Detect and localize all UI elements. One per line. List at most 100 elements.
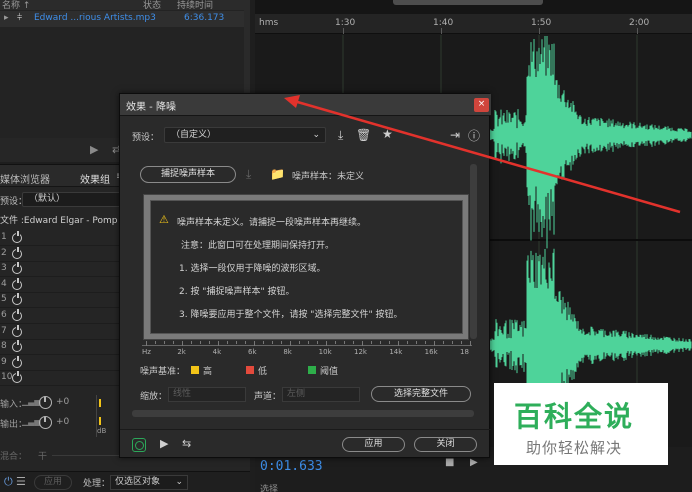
- process-value: 仅选区对象: [115, 477, 161, 487]
- selection-label: 选择: [260, 485, 279, 492]
- col-duration-header[interactable]: 持续时间: [177, 0, 213, 11]
- slot-power-icon[interactable]: [12, 262, 22, 275]
- dialog-title-bar[interactable]: 效果 - 降噪 ×: [120, 94, 491, 116]
- effect-power-icon[interactable]: [132, 438, 146, 452]
- legend-threshold-label: 阈值: [320, 367, 339, 377]
- frequency-tick-label: 16k: [424, 348, 438, 356]
- select-entire-file-button[interactable]: 选择完整文件: [371, 386, 471, 402]
- instruction-step-2: 2. 按 "捕捉噪声样本" 按钮。: [179, 287, 295, 297]
- rack-apply-button[interactable]: 应用: [34, 475, 72, 490]
- scale-select[interactable]: 线性: [168, 387, 246, 402]
- input-meter-icon: ▁▃▅: [22, 397, 41, 406]
- input-gain-value[interactable]: +0: [56, 397, 69, 407]
- save-noise-print-icon[interactable]: ⤓: [246, 167, 251, 182]
- output-meter-icon: ▁▃▅: [22, 417, 41, 426]
- frequency-tick-label: 10k: [318, 348, 332, 356]
- apply-button[interactable]: 应用: [342, 437, 405, 452]
- file-row[interactable]: ▸ ⫩ Edward ...rious Artists.mp3 6:36.173: [0, 11, 246, 27]
- time-ruler[interactable]: hms 1:30 1:40 1:50 2:00: [255, 14, 692, 34]
- files-header: 名称 ↑ 状态 持续时间: [0, 0, 250, 11]
- slot-power-icon[interactable]: [12, 324, 22, 337]
- watermark-subtitle: 助你轻松解决: [526, 439, 623, 457]
- db-label: dB: [97, 427, 107, 435]
- effect-slot-number: 3: [1, 263, 7, 274]
- tab-effects-rack[interactable]: 效果组: [80, 171, 110, 186]
- process-select[interactable]: 仅选区对象 ⌄: [110, 475, 188, 490]
- frequency-tick-label: Hz: [142, 348, 151, 356]
- dialog-horizontal-scrollbar[interactable]: [132, 410, 474, 417]
- slot-power-icon[interactable]: [12, 246, 22, 259]
- frequency-tick-label: 14k: [389, 348, 403, 356]
- preview-play-icon[interactable]: ▶: [160, 437, 168, 450]
- slot-power-icon[interactable]: [12, 371, 22, 384]
- dialog-preset-value: （自定义）: [171, 130, 217, 140]
- rack-preset-select[interactable]: （默认）: [22, 192, 126, 207]
- instruction-step-3: 3. 降噪要应用于整个文件，请按 "选择完整文件" 按钮。: [179, 310, 403, 320]
- dialog-close-icon[interactable]: ×: [474, 98, 489, 112]
- ruler-label-1: 1:30: [335, 18, 356, 28]
- noise-baseline-label: 噪声基准：: [140, 367, 186, 377]
- overview-strip[interactable]: [255, 0, 692, 14]
- dialog-preset-label: 预设：: [132, 133, 160, 143]
- dialog-preset-select[interactable]: （自定义） ⌄: [164, 127, 326, 143]
- capture-noise-print-button[interactable]: 捕捉噪声样本: [140, 166, 236, 183]
- mix-label: 混合：: [0, 452, 28, 462]
- effect-slot-number: 1: [1, 232, 7, 242]
- rack-insert-icon[interactable]: ⇥: [450, 128, 460, 142]
- legend-low-label: 低: [258, 367, 268, 377]
- process-label: 处理：: [83, 479, 111, 489]
- watermark-logo: 百科全说 助你轻松解决: [494, 383, 668, 465]
- legend-low-swatch: [246, 366, 254, 374]
- slot-power-icon[interactable]: [12, 277, 22, 290]
- effect-slot-number: 10: [1, 372, 13, 383]
- effect-slot-number: 7: [1, 325, 7, 336]
- slot-power-icon[interactable]: [12, 293, 22, 306]
- frequency-axis: Hz 2k 4k 6k 8k 10k 12k 14k 16k 18: [142, 341, 472, 357]
- ruler-label-4: 2:00: [629, 18, 650, 28]
- effect-slot-number: 6: [1, 310, 7, 320]
- expand-icon[interactable]: ▸: [4, 13, 9, 23]
- frequency-tick-label: 8k: [283, 348, 292, 356]
- favorite-star-icon[interactable]: ★: [382, 127, 393, 141]
- rack-power-icon[interactable]: ⏻: [4, 475, 13, 489]
- output-gain-knob[interactable]: [39, 416, 52, 429]
- info-icon[interactable]: ⓘ: [468, 127, 480, 144]
- noise-sample-status: 噪声样本：未定义: [292, 172, 365, 182]
- noise-graph[interactable]: ⚠ 噪声样本未定义。请捕捉一段噪声样本再继续。 注意：此窗口可在处理期间保持打开…: [143, 194, 469, 340]
- rack-list-icon[interactable]: ☰: [16, 475, 26, 488]
- ruler-unit: hms: [259, 18, 279, 28]
- file-duration: 6:36.173: [184, 13, 225, 23]
- channel-select[interactable]: 左侧: [282, 387, 360, 402]
- slot-power-icon[interactable]: [12, 355, 22, 368]
- channel-label: 声道：: [254, 392, 282, 402]
- effect-slot-number: 2: [1, 247, 7, 258]
- legend-high-label: 高: [203, 367, 213, 377]
- overview-thumb[interactable]: [393, 0, 543, 5]
- output-gain-value[interactable]: +0: [56, 417, 69, 427]
- noise-graph-message-box: ⚠ 噪声样本未定义。请捕捉一段噪声样本再继续。 注意：此窗口可在处理期间保持打开…: [150, 200, 463, 334]
- time-display: 0:01.633: [260, 459, 323, 474]
- tab-media-browser[interactable]: 媒体浏览器: [0, 171, 50, 186]
- close-button[interactable]: 关闭: [414, 437, 477, 452]
- preview-loop-icon[interactable]: ⇆: [182, 437, 191, 450]
- warning-icon: ⚠: [159, 213, 169, 226]
- input-gain-knob[interactable]: [39, 396, 52, 409]
- ruler-label-2: 1:40: [433, 18, 454, 28]
- col-name-header[interactable]: 名称 ↑: [2, 0, 30, 11]
- warning-text: 噪声样本未定义。请捕捉一段噪声样本再继续。: [177, 218, 367, 228]
- waveform-file-icon: ⫩: [17, 13, 23, 23]
- dialog-vertical-scrollbar[interactable]: [470, 164, 477, 339]
- slot-power-icon[interactable]: [12, 309, 22, 321]
- play-icon[interactable]: ▶: [90, 143, 98, 156]
- folder-icon[interactable]: 📁: [270, 167, 285, 181]
- legend-threshold-swatch: [308, 366, 316, 374]
- slot-power-icon[interactable]: [12, 340, 22, 353]
- delete-preset-icon[interactable]: 🗑: [356, 128, 371, 142]
- slot-power-icon[interactable]: [12, 231, 22, 243]
- col-status-header[interactable]: 状态: [143, 0, 161, 11]
- save-preset-icon[interactable]: ⤓: [338, 128, 343, 143]
- instruction-step-1: 1. 选择一段仅用于降噪的波形区域。: [179, 264, 326, 274]
- legend-high-swatch: [191, 366, 199, 374]
- frequency-tick-label: 18: [460, 348, 469, 356]
- effect-slot-number: 4: [1, 278, 7, 289]
